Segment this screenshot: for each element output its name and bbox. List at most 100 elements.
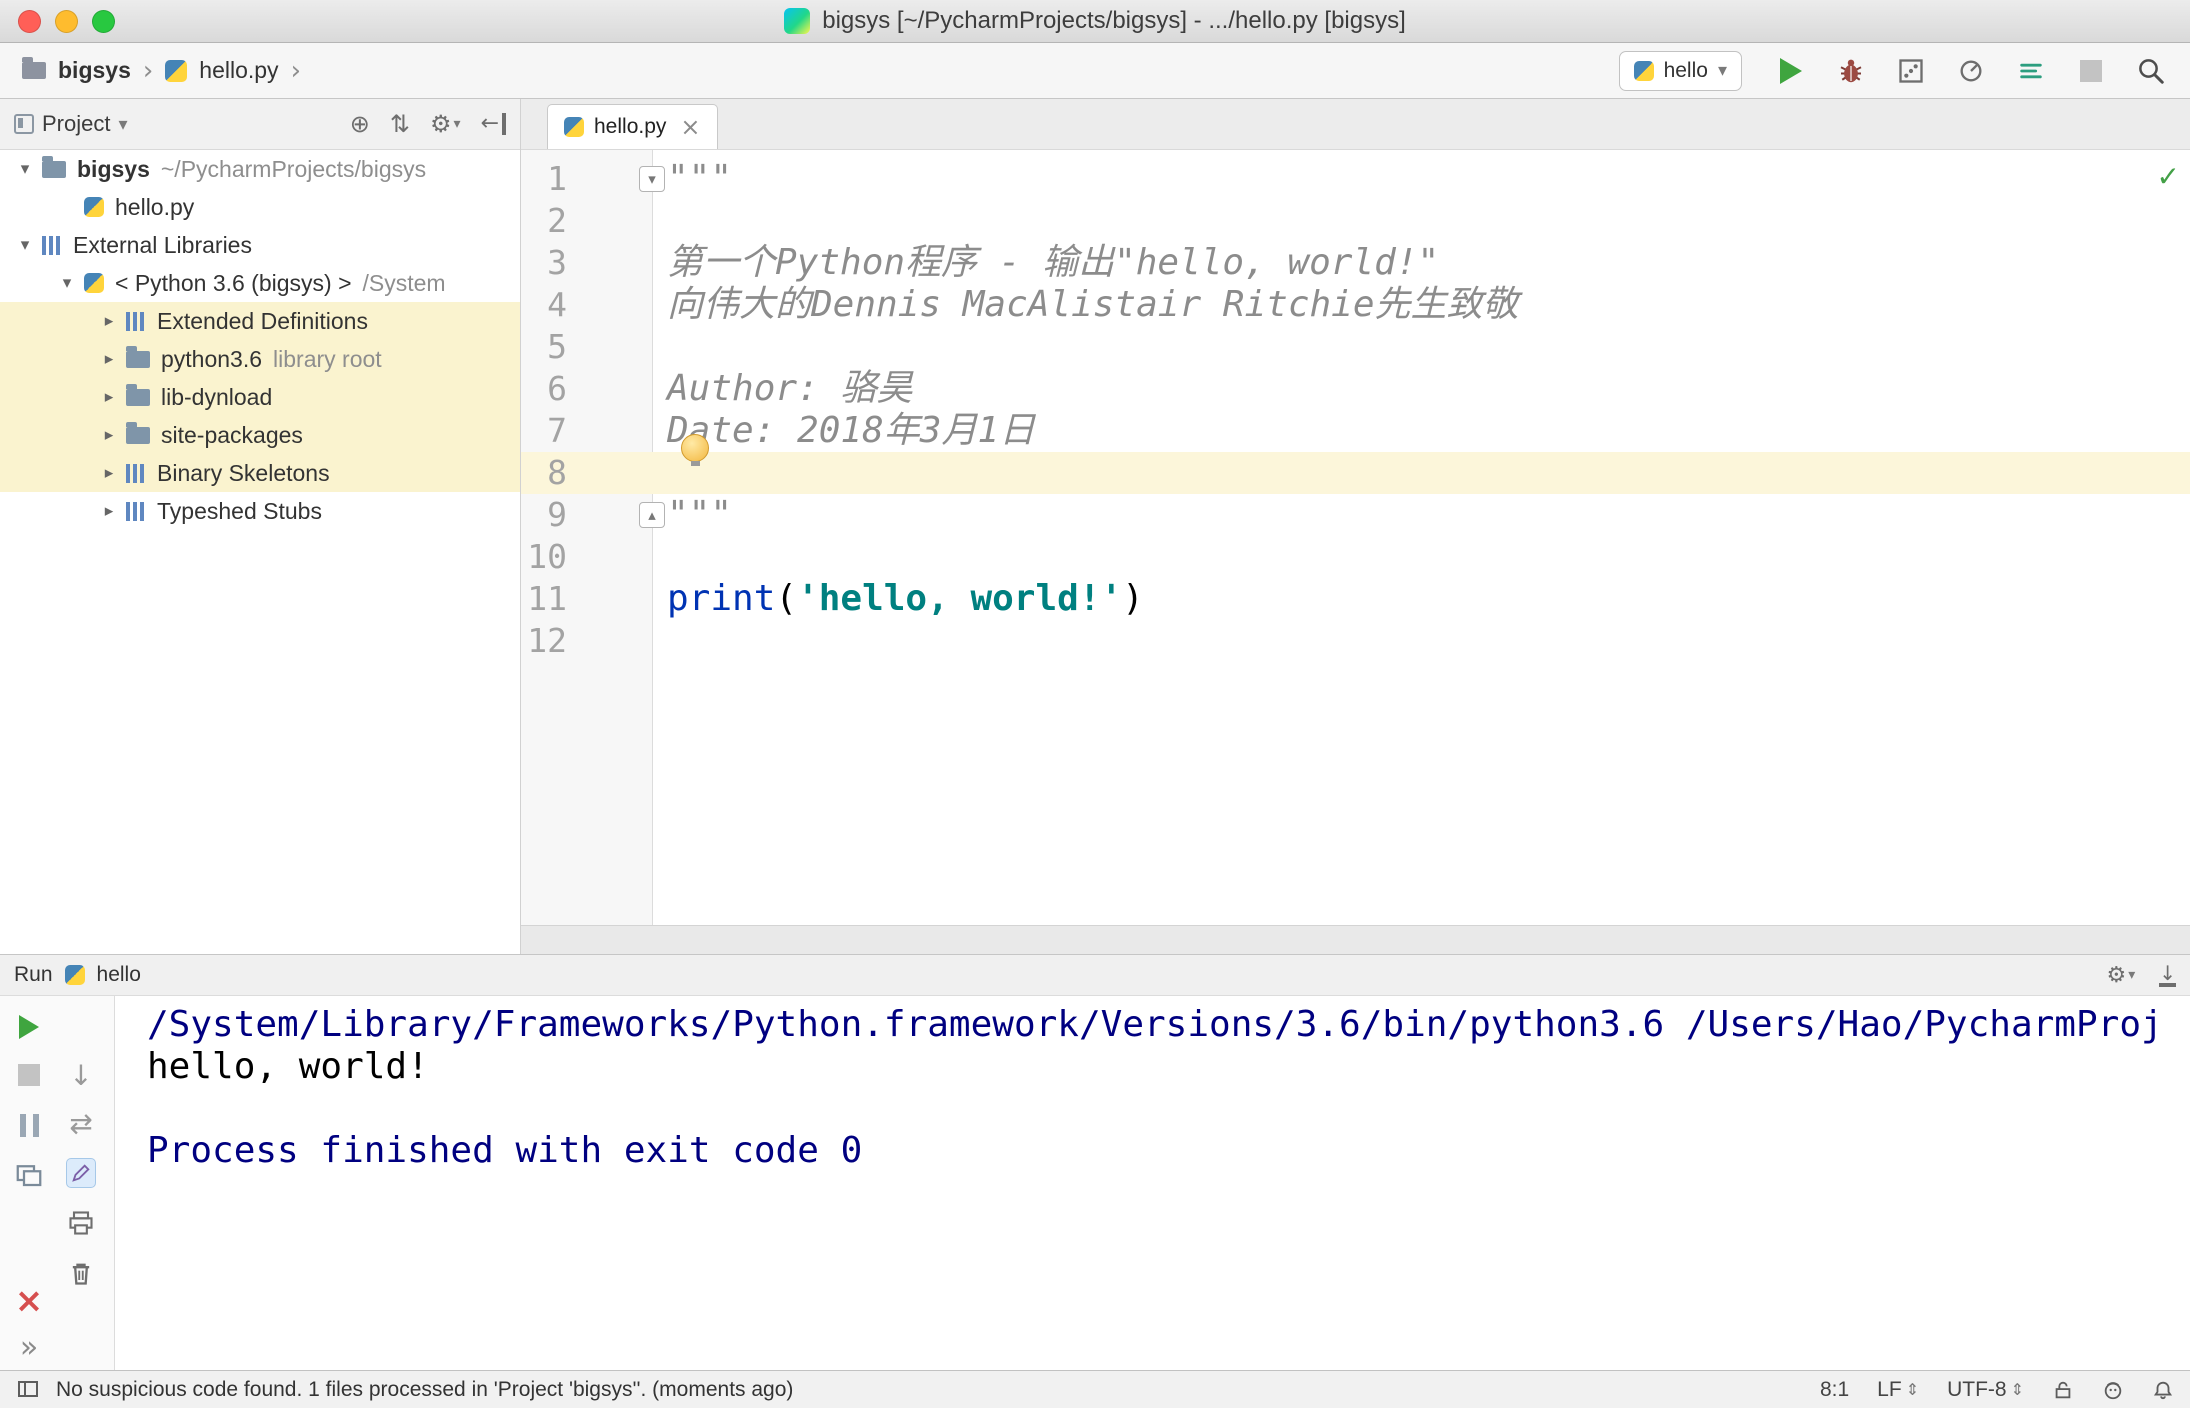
code-line-4[interactable]: 4 向伟大的Dennis MacAlistair Ritchie先生致敬 bbox=[521, 284, 2190, 326]
readonly-lock-button[interactable] bbox=[2052, 1379, 2074, 1401]
run-panel-title[interactable]: Run bbox=[14, 963, 53, 987]
tree-item-binary-skeletons[interactable]: ▸ Binary Skeletons bbox=[0, 454, 520, 492]
tree-item-python3-6[interactable]: ▸ python3.6 library root bbox=[0, 340, 520, 378]
tree-item-extended-definitions[interactable]: ▸ Extended Definitions bbox=[0, 302, 520, 340]
line-ending-widget[interactable]: LF ⇕ bbox=[1877, 1378, 1919, 1402]
locate-file-button[interactable]: ⊕ bbox=[350, 110, 370, 138]
chevron-down-icon: ▾ bbox=[2128, 967, 2136, 983]
stop-icon bbox=[2080, 59, 2102, 82]
intention-bulb-icon[interactable] bbox=[681, 434, 709, 466]
highlighting-level-button[interactable] bbox=[2102, 1379, 2124, 1401]
code-line-11[interactable]: 11 print('hello, world!') bbox=[521, 578, 2190, 620]
panel-title[interactable]: Project bbox=[42, 111, 110, 137]
code-line-1[interactable]: 1 ▾ """ bbox=[521, 158, 2190, 200]
caret-position-widget[interactable]: 8:1 bbox=[1820, 1378, 1849, 1402]
run-panel-header: Run hello ⚙ ▾ ↓ bbox=[0, 954, 2190, 996]
tree-item-hello-py[interactable]: hello.py bbox=[0, 188, 520, 226]
collapsed-arrow-icon[interactable]: ▸ bbox=[92, 501, 126, 521]
code-line-3[interactable]: 3 第一个Python程序 - 输出"hello, world!" bbox=[521, 242, 2190, 284]
collapsed-arrow-icon[interactable]: ▸ bbox=[92, 349, 126, 369]
collapsed-arrow-icon[interactable]: ▸ bbox=[92, 463, 126, 483]
tree-item-label: Extended Definitions bbox=[157, 307, 368, 334]
hide-panel-button[interactable]: ← bbox=[481, 113, 506, 135]
tree-item-lib-dynload[interactable]: ▸ lib-dynload bbox=[0, 378, 520, 416]
tree-item-bigsys[interactable]: ▾ bigsys ~/PycharmProjects/bigsys bbox=[0, 150, 520, 188]
tree-item-python-3-6-bigsys[interactable]: ▾ < Python 3.6 (bigsys) > /System bbox=[0, 264, 520, 302]
pause-output-button[interactable] bbox=[8, 1104, 50, 1146]
minimize-window-button[interactable] bbox=[55, 10, 78, 33]
run-configuration-name: hello bbox=[1663, 58, 1708, 82]
collapse-all-button[interactable]: ⇅ bbox=[390, 110, 410, 138]
clear-all-button[interactable] bbox=[60, 1252, 102, 1294]
code-line-12[interactable]: 12 bbox=[521, 620, 2190, 662]
expanded-arrow-icon[interactable]: ▾ bbox=[8, 159, 42, 179]
collapsed-arrow-icon[interactable]: ▸ bbox=[92, 387, 126, 407]
tree-item-site-packages[interactable]: ▸ site-packages bbox=[0, 416, 520, 454]
run-tool-window: Run hello ⚙ ▾ ↓ × » ↓ ⇄ /System/Library/… bbox=[0, 954, 2190, 1370]
editor-scrollbar-strip[interactable] bbox=[521, 925, 2190, 954]
tree-item-typeshed-stubs[interactable]: ▸ Typeshed Stubs bbox=[0, 492, 520, 530]
window-title: bigsys [~/PycharmProjects/bigsys] - .../… bbox=[822, 7, 1406, 34]
code-line-9[interactable]: 9 ▴ """ bbox=[521, 494, 2190, 536]
close-window-button[interactable] bbox=[18, 10, 41, 33]
run-configuration-selector[interactable]: hello ▾ bbox=[1618, 50, 1742, 91]
close-run-tab-button[interactable]: × bbox=[8, 1280, 50, 1322]
restart-frame-button[interactable]: ⇄ bbox=[60, 1102, 102, 1144]
code-line-2[interactable]: 2 bbox=[521, 200, 2190, 242]
event-log-button[interactable] bbox=[2152, 1379, 2174, 1401]
encoding-widget[interactable]: UTF-8 ⇕ bbox=[1947, 1378, 2024, 1402]
console-settings-button[interactable]: ⚙ ▾ bbox=[2106, 963, 2135, 988]
console-line-3 bbox=[147, 1088, 2190, 1130]
python-file-icon bbox=[564, 117, 584, 137]
run-dashboard-button[interactable] bbox=[2014, 54, 2048, 88]
navigate-down-button[interactable]: ↓ bbox=[60, 1054, 102, 1096]
profiler-button[interactable] bbox=[1954, 54, 1988, 88]
python-icon bbox=[64, 965, 85, 985]
code-line-7[interactable]: 7 Date: 2018年3月1日 bbox=[521, 410, 2190, 466]
inspections-ok-icon[interactable]: ✓ bbox=[2157, 160, 2180, 193]
code-editor[interactable]: 1 ▾ """ 2 3 第一个Python程序 - 输出"hello, world!" 4 向… bbox=[521, 150, 2190, 925]
expanded-arrow-icon[interactable]: ▾ bbox=[8, 235, 42, 255]
fold-marker-icon[interactable]: ▾ bbox=[639, 166, 665, 192]
fullscreen-window-button[interactable] bbox=[92, 10, 115, 33]
search-everywhere-button[interactable] bbox=[2134, 54, 2168, 88]
more-actions-button[interactable]: » bbox=[8, 1326, 50, 1368]
tab-hello-py[interactable]: hello.py × bbox=[547, 104, 718, 149]
close-tab-icon[interactable]: × bbox=[680, 113, 700, 141]
run-console-output[interactable]: /System/Library/Frameworks/Python.framew… bbox=[116, 996, 2190, 1370]
folder-icon bbox=[126, 383, 150, 406]
code-line-5[interactable]: 5 bbox=[521, 326, 2190, 368]
collapsed-arrow-icon[interactable]: ▸ bbox=[92, 311, 126, 331]
tree-item-external-libraries[interactable]: ▾ External Libraries bbox=[0, 226, 520, 264]
run-with-coverage-button[interactable] bbox=[1894, 54, 1928, 88]
run-button[interactable] bbox=[1774, 54, 1808, 88]
collapsed-arrow-icon[interactable]: ▸ bbox=[92, 425, 126, 445]
print-button[interactable] bbox=[60, 1202, 102, 1244]
tree-item-label: External Libraries bbox=[73, 231, 252, 258]
breadcrumb-project[interactable]: bigsys bbox=[58, 57, 131, 84]
stop-button[interactable] bbox=[2074, 54, 2108, 88]
hide-run-panel-button[interactable]: ↓ bbox=[2159, 963, 2176, 987]
toolwindow-toggle-icon[interactable] bbox=[16, 1378, 40, 1402]
library-icon bbox=[126, 311, 146, 331]
code-line-8[interactable]: 8 bbox=[521, 452, 2190, 494]
swap-arrows-icon: ⇄ bbox=[69, 1106, 93, 1140]
stop-button[interactable] bbox=[8, 1054, 50, 1096]
breadcrumb-file[interactable]: hello.py bbox=[199, 57, 278, 84]
fold-marker-icon[interactable]: ▴ bbox=[639, 502, 665, 528]
panel-settings-button[interactable]: ⚙ ▾ bbox=[430, 110, 461, 138]
soft-wrap-toggle[interactable] bbox=[60, 1152, 102, 1194]
code-line-10[interactable]: 10 bbox=[521, 536, 2190, 578]
status-message[interactable]: No suspicious code found. 1 files proces… bbox=[56, 1378, 793, 1402]
debug-button[interactable] bbox=[1834, 54, 1868, 88]
toggle-active-frame bbox=[66, 1158, 96, 1188]
window-controls bbox=[18, 0, 115, 43]
expanded-arrow-icon[interactable]: ▾ bbox=[50, 273, 84, 293]
tree-item-label: Binary Skeletons bbox=[157, 459, 330, 486]
rerun-button[interactable] bbox=[8, 1006, 50, 1048]
folder-icon bbox=[126, 345, 150, 368]
bug-icon bbox=[1840, 59, 1862, 82]
restore-layout-button[interactable] bbox=[8, 1154, 50, 1196]
updown-arrows-icon: ⇕ bbox=[2010, 1380, 2024, 1399]
code-line-6[interactable]: 6 Author: 骆昊 bbox=[521, 368, 2190, 410]
